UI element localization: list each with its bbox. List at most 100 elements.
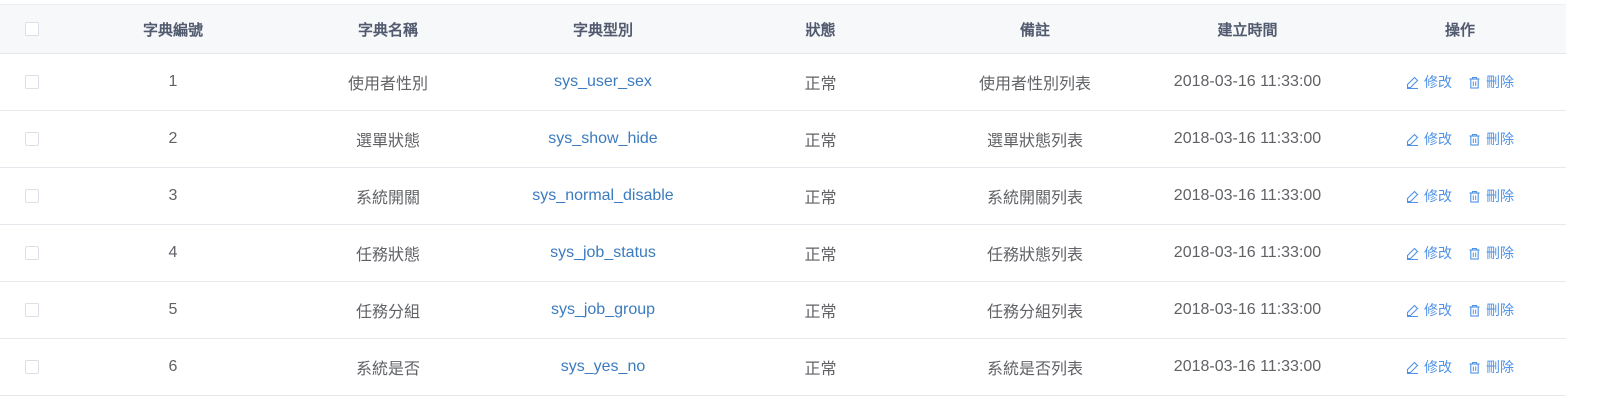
dict-type-cell: sys_job_status bbox=[494, 225, 712, 281]
column-header-type: 字典型別 bbox=[572, 21, 633, 39]
table-row: 3 系統開關 sys_normal_disable 正常 系統開關列表 2018… bbox=[0, 168, 1566, 225]
dict-status: 正常 bbox=[804, 190, 837, 207]
select-all-checkbox[interactable] bbox=[24, 22, 39, 36]
edit-icon bbox=[1406, 133, 1419, 146]
dict-id: 5 bbox=[168, 301, 178, 318]
dict-created-time: 2018-03-16 11:33:00 bbox=[1173, 301, 1322, 318]
edit-button[interactable]: 修改 bbox=[1406, 186, 1452, 206]
dict-created-time: 2018-03-16 11:33:00 bbox=[1173, 73, 1322, 90]
delete-button[interactable]: 刪除 bbox=[1468, 300, 1514, 320]
table-body: 1 使用者性別 sys_user_sex 正常 使用者性別列表 2018-03-… bbox=[0, 54, 1566, 396]
dict-type-link[interactable]: sys_user_sex bbox=[554, 73, 652, 91]
dict-created-time: 2018-03-16 11:33:00 bbox=[1173, 358, 1322, 375]
row-select-cell bbox=[0, 225, 64, 281]
trash-icon bbox=[1469, 304, 1480, 317]
dict-created-time: 2018-03-16 11:33:00 bbox=[1173, 130, 1322, 147]
delete-button[interactable]: 刪除 bbox=[1468, 186, 1514, 206]
edit-label: 修改 bbox=[1424, 188, 1452, 204]
dict-created-time: 2018-03-16 11:33:00 bbox=[1173, 244, 1322, 261]
row-actions: 修改 刪除 bbox=[1354, 168, 1566, 224]
table-row: 6 系統是否 sys_yes_no 正常 系統是否列表 2018-03-16 1… bbox=[0, 339, 1566, 396]
dict-id: 4 bbox=[168, 244, 178, 261]
row-checkbox[interactable] bbox=[24, 360, 39, 374]
dict-created-time: 2018-03-16 11:33:00 bbox=[1173, 187, 1322, 204]
dictionary-table: 字典編號 字典名稱 字典型別 狀態 備註 建立時間 操作 1 使用者性別 sys… bbox=[0, 4, 1566, 396]
dict-id: 6 bbox=[168, 358, 178, 375]
edit-label: 修改 bbox=[1424, 245, 1452, 261]
dict-status: 正常 bbox=[804, 76, 837, 93]
table-row: 4 任務狀態 sys_job_status 正常 任務狀態列表 2018-03-… bbox=[0, 225, 1566, 282]
dict-type-cell: sys_show_hide bbox=[494, 111, 712, 167]
edit-icon bbox=[1406, 304, 1419, 317]
select-all-cell bbox=[0, 5, 64, 53]
edit-label: 修改 bbox=[1424, 302, 1452, 318]
dict-remark: 選單狀態列表 bbox=[986, 133, 1083, 150]
delete-label: 刪除 bbox=[1486, 74, 1514, 90]
dict-remark: 任務狀態列表 bbox=[986, 247, 1083, 264]
delete-label: 刪除 bbox=[1486, 302, 1514, 318]
dict-name: 任務分組 bbox=[355, 304, 420, 321]
row-select-cell bbox=[0, 111, 64, 167]
edit-icon bbox=[1406, 247, 1419, 260]
edit-button[interactable]: 修改 bbox=[1406, 72, 1452, 92]
row-actions: 修改 刪除 bbox=[1354, 54, 1566, 110]
edit-button[interactable]: 修改 bbox=[1406, 243, 1452, 263]
dict-status: 正常 bbox=[804, 304, 837, 321]
trash-icon bbox=[1469, 247, 1480, 260]
table-row: 5 任務分組 sys_job_group 正常 任務分組列表 2018-03-1… bbox=[0, 282, 1566, 339]
row-select-cell bbox=[0, 168, 64, 224]
dict-type-link[interactable]: sys_job_group bbox=[551, 301, 655, 319]
dict-remark: 系統開關列表 bbox=[986, 190, 1083, 207]
row-checkbox[interactable] bbox=[24, 189, 39, 203]
dict-id: 2 bbox=[168, 130, 178, 147]
row-checkbox[interactable] bbox=[24, 132, 39, 146]
delete-button[interactable]: 刪除 bbox=[1468, 129, 1514, 149]
dict-remark: 系統是否列表 bbox=[986, 361, 1083, 378]
table-header: 字典編號 字典名稱 字典型別 狀態 備註 建立時間 操作 bbox=[0, 4, 1566, 54]
column-header-ops: 操作 bbox=[1444, 21, 1475, 39]
row-select-cell bbox=[0, 54, 64, 110]
edit-label: 修改 bbox=[1424, 359, 1452, 375]
dict-type-cell: sys_normal_disable bbox=[494, 168, 712, 224]
dict-id: 1 bbox=[168, 73, 178, 90]
edit-icon bbox=[1406, 76, 1419, 89]
trash-icon bbox=[1469, 76, 1480, 89]
dict-name: 系統開關 bbox=[355, 190, 420, 207]
dict-type-cell: sys_user_sex bbox=[494, 54, 712, 110]
dict-status: 正常 bbox=[804, 247, 837, 264]
dict-type-cell: sys_yes_no bbox=[494, 339, 712, 395]
trash-icon bbox=[1469, 361, 1480, 374]
trash-icon bbox=[1469, 133, 1480, 146]
column-header-name: 字典名稱 bbox=[357, 21, 418, 39]
delete-label: 刪除 bbox=[1486, 245, 1514, 261]
dict-type-link[interactable]: sys_normal_disable bbox=[532, 187, 673, 205]
dict-type-link[interactable]: sys_yes_no bbox=[561, 358, 646, 376]
row-actions: 修改 刪除 bbox=[1354, 282, 1566, 338]
edit-button[interactable]: 修改 bbox=[1406, 357, 1452, 377]
dict-name: 使用者性別 bbox=[347, 76, 428, 93]
dict-name: 選單狀態 bbox=[355, 133, 420, 150]
dict-remark: 使用者性別列表 bbox=[978, 76, 1091, 93]
dict-type-link[interactable]: sys_show_hide bbox=[548, 130, 657, 148]
dict-name: 系統是否 bbox=[355, 361, 420, 378]
dict-name: 任務狀態 bbox=[355, 247, 420, 264]
row-checkbox[interactable] bbox=[24, 246, 39, 260]
column-header-status: 狀態 bbox=[805, 21, 836, 39]
dict-status: 正常 bbox=[804, 133, 837, 150]
edit-label: 修改 bbox=[1424, 131, 1452, 147]
delete-label: 刪除 bbox=[1486, 188, 1514, 204]
table-row: 2 選單狀態 sys_show_hide 正常 選單狀態列表 2018-03-1… bbox=[0, 111, 1566, 168]
edit-button[interactable]: 修改 bbox=[1406, 300, 1452, 320]
dict-type-cell: sys_job_group bbox=[494, 282, 712, 338]
dict-type-link[interactable]: sys_job_status bbox=[550, 244, 656, 262]
delete-button[interactable]: 刪除 bbox=[1468, 357, 1514, 377]
delete-button[interactable]: 刪除 bbox=[1468, 243, 1514, 263]
dict-status: 正常 bbox=[804, 361, 837, 378]
edit-icon bbox=[1406, 190, 1419, 203]
row-select-cell bbox=[0, 339, 64, 395]
delete-button[interactable]: 刪除 bbox=[1468, 72, 1514, 92]
row-checkbox[interactable] bbox=[24, 75, 39, 89]
edit-button[interactable]: 修改 bbox=[1406, 129, 1452, 149]
row-checkbox[interactable] bbox=[24, 303, 39, 317]
column-header-id: 字典編號 bbox=[142, 21, 203, 39]
